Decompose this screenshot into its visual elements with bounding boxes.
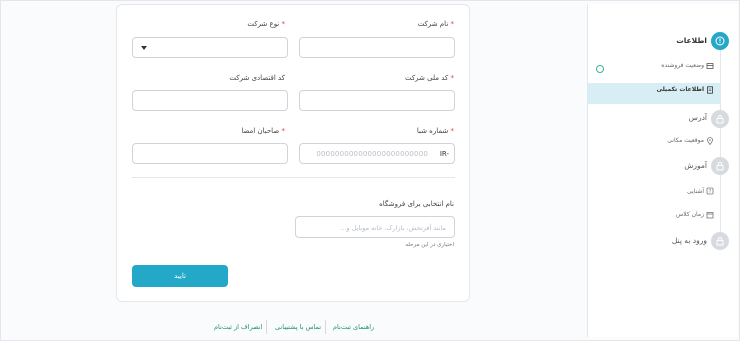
steps-timeline <box>720 47 721 242</box>
lock-icon <box>711 157 729 175</box>
iban-placeholder: 000000000000000000000000 <box>316 150 428 158</box>
company-type-label: * نوع شرکت <box>247 20 285 28</box>
check-icon <box>596 65 604 73</box>
company-name-input[interactable] <box>299 37 455 58</box>
svg-text:?: ? <box>709 189 712 195</box>
lock-icon <box>711 232 729 250</box>
company-type-select[interactable] <box>132 37 288 58</box>
sidebar-item-extra-info[interactable]: اطلاعات تکمیلی <box>657 86 704 93</box>
company-info-form: * نام شرکت * نوع شرکت * کد ملی شرکت کد ا… <box>116 4 470 302</box>
store-name-input[interactable]: مانند آفرتخش، بازارک، خانه موبایل و... <box>295 216 455 238</box>
sidebar-item-seller-status[interactable]: وضعیت فروشنده <box>661 62 704 69</box>
lock-icon <box>711 110 729 128</box>
help-icon: ? <box>706 187 714 195</box>
sidebar-item-intro[interactable]: آشنایی <box>687 188 704 195</box>
economic-code-label: کد اقتصادی شرکت <box>229 74 285 82</box>
step-info[interactable]: اطلاعات <box>676 36 707 45</box>
registration-guide-link[interactable]: راهنمای ثبت‌نام <box>333 323 374 331</box>
store-name-label: نام انتخابی برای فروشگاه <box>379 200 454 208</box>
sidebar-item-class-time[interactable]: زمان کلاس <box>676 211 704 218</box>
step-address[interactable]: آدرس <box>689 113 707 122</box>
submit-button[interactable]: تایید <box>132 265 228 287</box>
cancel-registration-link[interactable]: انصراف از ثبت‌نام <box>214 323 262 331</box>
document-icon <box>707 86 713 94</box>
location-pin-icon <box>707 137 713 145</box>
contact-support-link[interactable]: تماس با پشتیبانی <box>275 323 321 331</box>
divider <box>132 177 455 178</box>
steps-sidebar: اطلاعات وضعیت فروشنده اطلاعات تکمیلی آدر… <box>587 4 738 337</box>
store-name-placeholder: مانند آفرتخش، بازارک، خانه موبایل و... <box>340 224 446 232</box>
iban-label: * شماره شبا <box>416 127 454 135</box>
iban-input[interactable]: IR- 000000000000000000000000 <box>299 143 455 164</box>
chevron-down-icon <box>141 46 147 50</box>
info-step-icon <box>711 32 729 50</box>
signatories-input[interactable] <box>132 143 288 164</box>
step-panel-login[interactable]: ورود به پنل <box>672 236 707 245</box>
calendar-icon <box>706 212 714 219</box>
iban-prefix: IR- <box>439 150 449 158</box>
national-id-label: * کد ملی شرکت <box>404 74 454 82</box>
step-training[interactable]: آموزش <box>684 161 707 170</box>
economic-code-input[interactable] <box>132 90 288 111</box>
national-id-input[interactable] <box>299 90 455 111</box>
signatories-label: * صاحبان امضا <box>241 127 285 135</box>
company-name-label: * نام شرکت <box>417 20 454 28</box>
footer-separator <box>266 320 267 334</box>
sidebar-item-location[interactable]: موقعیت مکانی <box>667 137 704 144</box>
store-icon <box>706 63 714 69</box>
store-name-hint: اختیاری در این مرحله <box>405 242 454 248</box>
footer-separator <box>325 320 326 334</box>
